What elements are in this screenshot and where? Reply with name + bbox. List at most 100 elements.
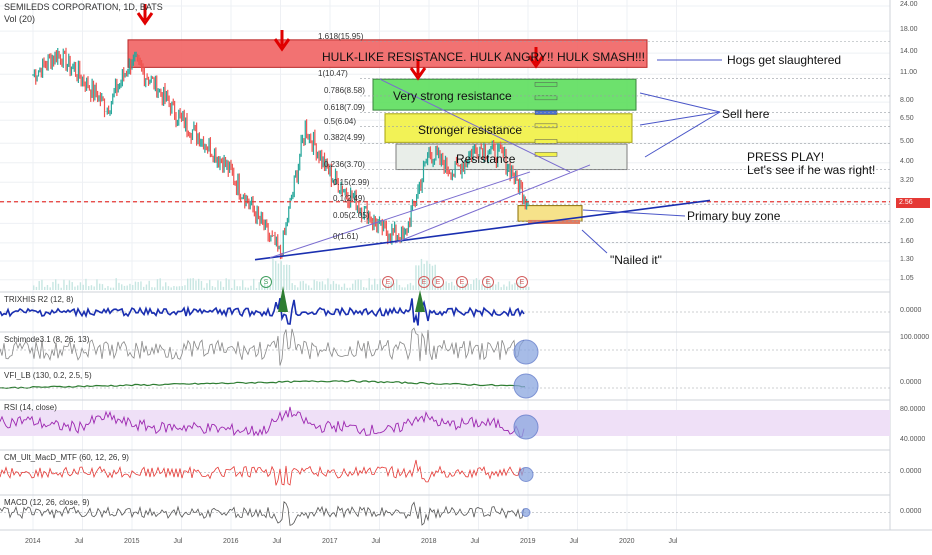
- volume-bar: [44, 286, 46, 290]
- volume-bar: [346, 287, 348, 290]
- time-tick-label: 2018: [421, 538, 437, 545]
- indicator-tick: 40.0000: [900, 436, 926, 443]
- volume-bar: [198, 278, 200, 290]
- time-tick-label: Jul: [74, 538, 84, 545]
- price-tick-label: 24.00: [900, 1, 918, 8]
- resistance-label: Resistance: [456, 152, 516, 166]
- volume-bar: [225, 278, 227, 290]
- volume-bar: [134, 281, 137, 290]
- volume-bar: [478, 279, 480, 290]
- volume-bar: [49, 287, 51, 290]
- volume-bar: [255, 287, 258, 290]
- volume-bar: [66, 284, 68, 290]
- event-marker: S: [260, 276, 272, 288]
- volume-bar: [343, 283, 346, 290]
- volume-bar: [96, 279, 98, 290]
- volume-bar: [341, 286, 343, 290]
- volume-bar: [140, 281, 142, 290]
- volume-bar: [178, 286, 181, 290]
- volume-bar: [93, 286, 95, 290]
- volume-bar: [357, 279, 359, 290]
- volume-bar: [506, 286, 508, 290]
- volume-bar: [508, 281, 511, 290]
- volume-bar: [272, 258, 274, 290]
- volume-bar: [200, 281, 203, 290]
- hogs-label: Hogs get slaughtered: [727, 53, 842, 67]
- volume-bar: [379, 278, 381, 290]
- indicator-title: TRIXHIS R2 (12, 8): [4, 295, 74, 304]
- volume-bar: [162, 286, 164, 290]
- volume-bar: [371, 284, 373, 290]
- price-tick-label: 14.00: [900, 48, 918, 56]
- volume-bar: [79, 282, 82, 290]
- volume-bar: [184, 285, 186, 290]
- volume-bar: [112, 287, 115, 290]
- highlight-circle: [513, 373, 539, 399]
- volume-bar: [52, 281, 54, 290]
- price-tick-label: 1.30: [900, 256, 914, 264]
- time-tick-label: Jul: [173, 538, 183, 545]
- fib-level-label: 0(1.61): [333, 232, 359, 242]
- volume-bar: [82, 284, 84, 290]
- volume-bar: [302, 280, 304, 290]
- volume-bar: [154, 287, 156, 290]
- volume-bar: [299, 281, 302, 290]
- volume-bar: [275, 260, 277, 290]
- zone-marker: [534, 152, 558, 157]
- volume-bar: [77, 285, 79, 290]
- volume-bar: [41, 279, 43, 290]
- volume-bar: [159, 278, 161, 290]
- volume-bar: [360, 279, 362, 290]
- volume-bar: [233, 279, 236, 290]
- volume-bar: [167, 286, 170, 290]
- volume-bar: [453, 285, 456, 290]
- time-tick-label: 2017: [322, 538, 338, 545]
- volume-bar: [368, 278, 370, 290]
- indicator-title: RSI (14, close): [4, 403, 57, 412]
- volume-bar: [170, 287, 172, 290]
- volume-bar: [192, 278, 194, 290]
- price-tick-label: 8.00: [900, 97, 914, 105]
- volume-bar: [228, 279, 230, 290]
- volume-bar: [46, 284, 49, 290]
- volume-bar: [123, 285, 126, 290]
- primary-buy-zone-label: Primary buy zone: [687, 209, 781, 223]
- volume-bar: [511, 284, 513, 290]
- chart-title: SEMILEDS CORPORATION, 1D, BATS: [4, 2, 163, 12]
- volume-bar: [495, 284, 497, 290]
- indicator-title: CM_Ult_MacD_MTF (60, 12, 26, 9): [4, 453, 129, 462]
- volume-bar: [319, 281, 321, 290]
- time-tick-label: Jul: [668, 538, 678, 545]
- zone-marker: [534, 95, 558, 101]
- fib-level-label: 1.618(15.95): [318, 31, 364, 41]
- hulk-resistance-label: HULK-LIKE RESISTANCE. HULK ANGRY!! HULK …: [322, 50, 645, 64]
- volume-bar: [137, 281, 139, 290]
- event-marker: E: [482, 276, 494, 288]
- volume-bar: [57, 283, 60, 290]
- volume-bar: [132, 285, 134, 290]
- volume-bar: [445, 281, 447, 290]
- price-tick-label: 1.60: [900, 237, 914, 245]
- chart-stage: SEMILEDS CORPORATION, 1D, BATS Vol (20) …: [0, 0, 932, 550]
- volume-bar: [429, 263, 431, 290]
- rsi-band: [0, 410, 890, 436]
- press-play-label: PRESS PLAY!: [747, 150, 825, 164]
- fib-level-label: 0.618(7.09): [324, 102, 365, 112]
- volume-bar: [68, 280, 71, 290]
- volume-bar: [181, 286, 183, 290]
- volume-bar: [107, 286, 109, 290]
- volume-bar: [310, 287, 313, 290]
- volume-bar: [195, 280, 197, 290]
- indicator-tick: 0.0000: [900, 507, 922, 515]
- indicator-tick: 100.0000: [900, 334, 930, 341]
- volume-bar: [382, 287, 384, 290]
- volume-bar: [211, 286, 214, 290]
- fib-level-label: 0.5(6.04): [324, 116, 357, 126]
- volume-bar: [176, 286, 178, 290]
- price-chart-svg[interactable]: [0, 0, 932, 550]
- volume-bar: [101, 284, 104, 290]
- price-tick-label: 11.00: [900, 69, 917, 77]
- volume-bar: [231, 287, 233, 290]
- volume-bar: [110, 287, 112, 290]
- volume-bar: [277, 263, 280, 290]
